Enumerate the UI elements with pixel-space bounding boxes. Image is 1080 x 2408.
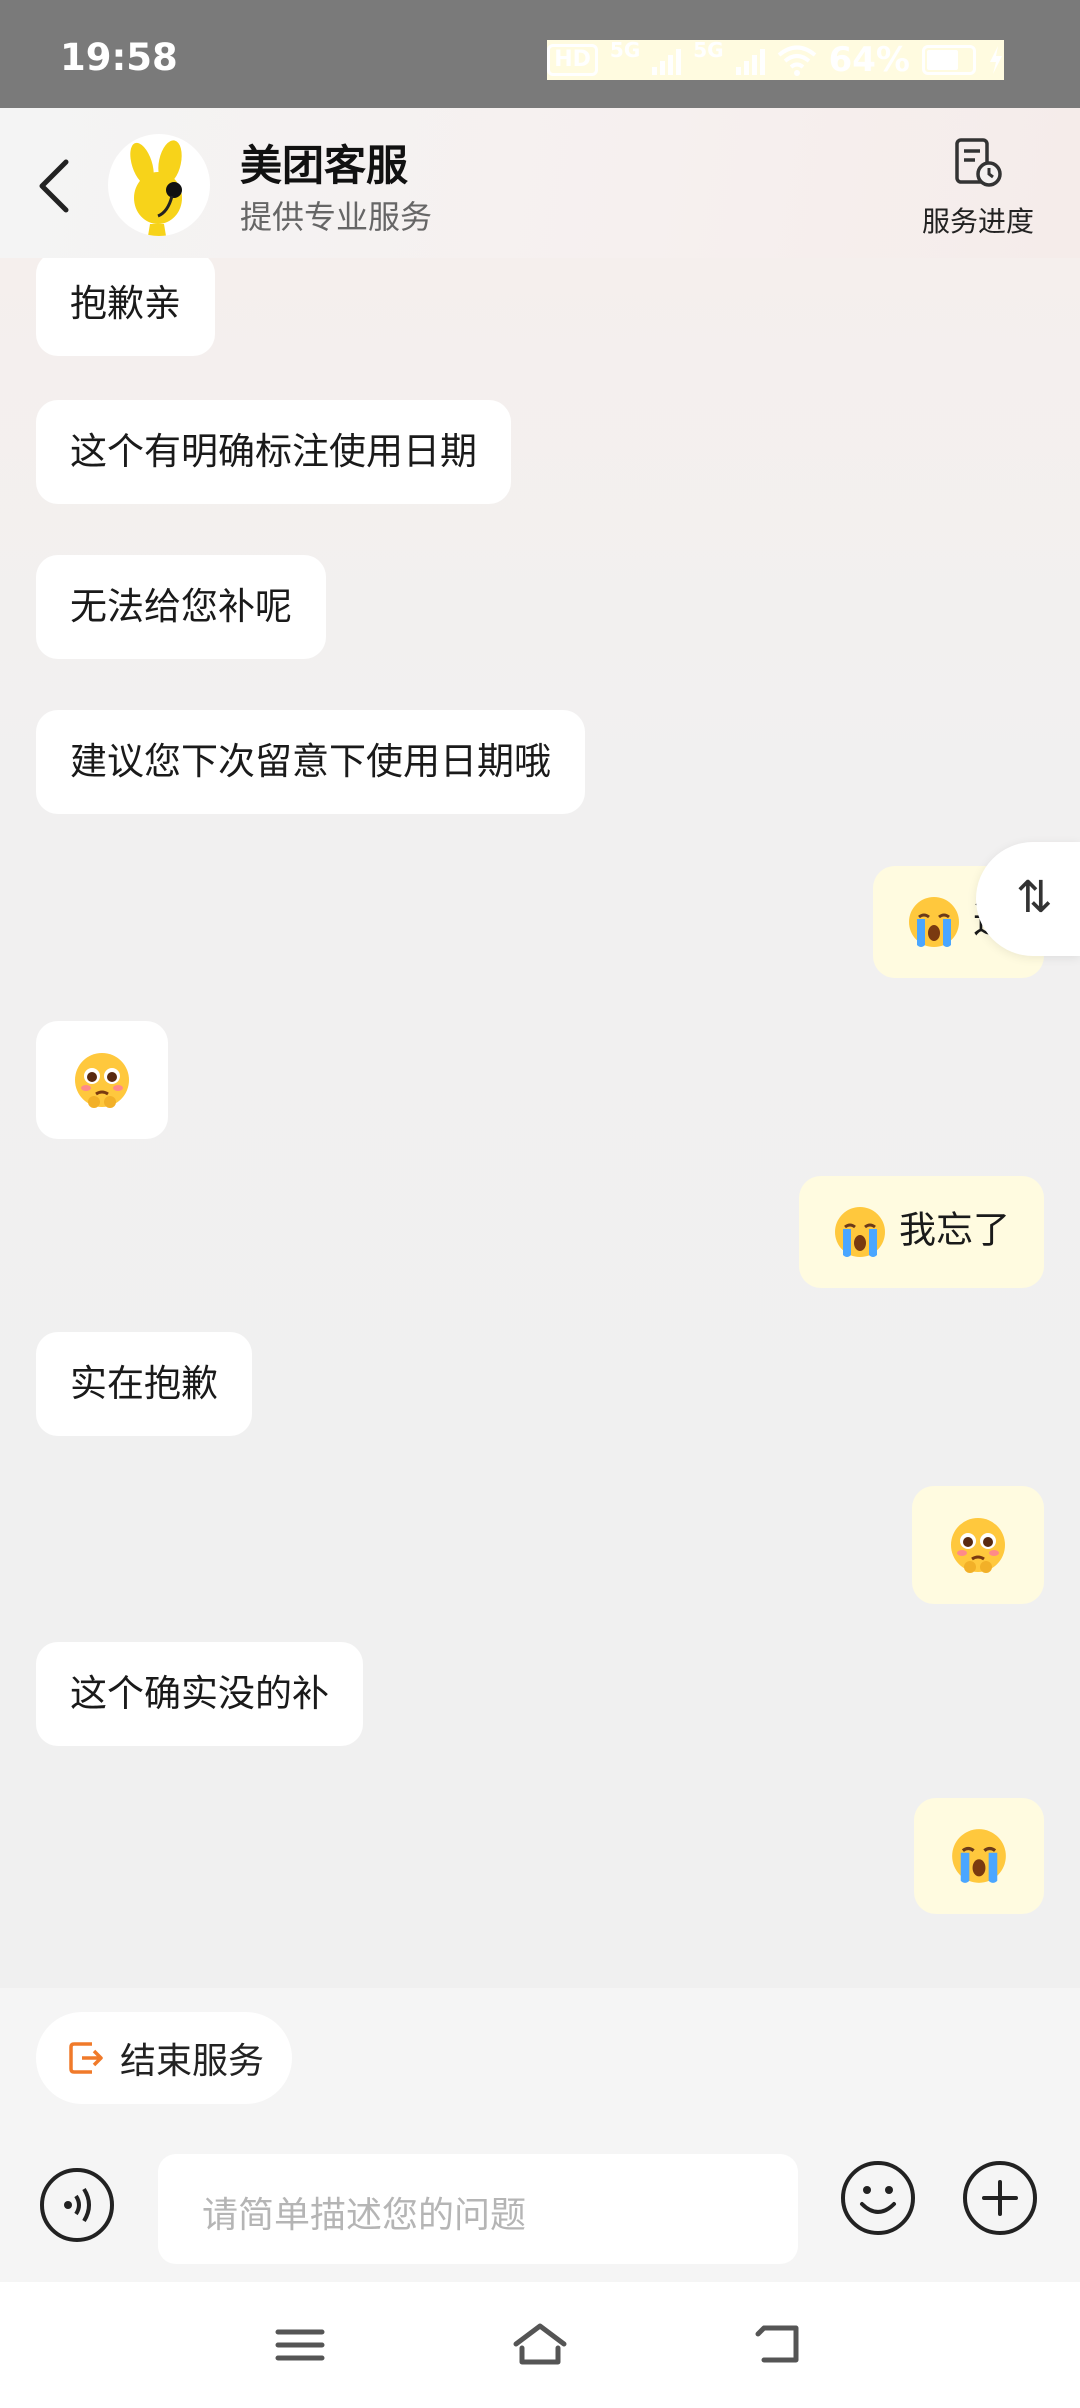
message-bubble-user[interactable]	[912, 1486, 1044, 1604]
signal-icon	[652, 45, 682, 75]
signal-icon	[735, 45, 765, 75]
avatar[interactable]	[108, 134, 210, 236]
charging-icon	[990, 46, 1002, 74]
status-bar: 19:58 HD 5G 5G 64%	[0, 0, 1080, 108]
voice-icon	[64, 2187, 91, 2223]
message-text: 这个确实没的补	[70, 1672, 329, 1715]
pleading-face-icon	[951, 1518, 1005, 1573]
crying-face-icon	[909, 897, 960, 947]
battery-percent: 64%	[828, 40, 910, 80]
message-bubble-agent[interactable]: 这个确实没的补	[36, 1642, 363, 1746]
message-text: 无法给您补呢	[70, 585, 292, 628]
pleading-face-icon	[75, 1053, 129, 1108]
wifi-icon	[777, 45, 816, 76]
hd-icon: HD	[547, 44, 598, 76]
chat-messages[interactable]: 抱歉亲 这个有明确标注使用日期 无法给您补呢 建议您下次留意下使用日期哦 这	[0, 258, 1080, 1988]
message-text: 实在抱歉	[70, 1362, 218, 1405]
system-nav-bar	[0, 2282, 1080, 2408]
network-label-1: 5G	[609, 38, 641, 62]
message-input-placeholder: 请简单描述您的问题	[202, 2195, 527, 2236]
status-time: 19:58	[60, 36, 178, 79]
swap-order-button[interactable]: ⇅	[976, 842, 1080, 956]
message-text: 我忘了	[899, 1208, 1010, 1252]
message-bubble-agent[interactable]: 无法给您补呢	[36, 555, 326, 659]
add-attachment-icon[interactable]	[962, 2160, 1038, 2236]
message-bubble-agent[interactable]: 抱歉亲	[36, 258, 215, 356]
message-bubble-agent[interactable]: 实在抱歉	[36, 1332, 252, 1436]
bottom-panel: 结束服务 请简单描述您的问题	[0, 1988, 1080, 2282]
voice-input-button[interactable]	[40, 2168, 114, 2242]
message-text: 这个有明确标注使用日期	[70, 430, 477, 473]
message-bubble-user[interactable]	[914, 1798, 1044, 1914]
swap-arrows-icon: ⇅	[1016, 872, 1053, 923]
menu-icon[interactable]	[270, 2320, 330, 2370]
message-bubble-agent[interactable]: 这个有明确标注使用日期	[36, 400, 511, 504]
battery-icon	[922, 45, 976, 75]
chat-header: 美团客服 提供专业服务 服务进度	[0, 108, 1080, 258]
message-text: 建议您下次留意下使用日期哦	[70, 740, 551, 783]
message-bubble-agent[interactable]	[36, 1021, 168, 1139]
mascot-icon	[130, 140, 182, 236]
home-icon[interactable]	[510, 2320, 570, 2370]
document-clock-icon	[955, 138, 1002, 187]
status-icons: HD 5G 5G 64%	[547, 40, 1004, 80]
back-icon[interactable]	[750, 2320, 810, 2370]
message-bubble-agent[interactable]: 建议您下次留意下使用日期哦	[36, 710, 585, 814]
message-bubble-user[interactable]: 我忘了	[799, 1176, 1044, 1288]
exit-icon	[69, 2042, 103, 2074]
end-service-button[interactable]: 结束服务	[36, 2012, 293, 2104]
page-title: 美团客服	[240, 141, 409, 190]
network-label-2: 5G	[693, 38, 724, 62]
emoji-button-icon[interactable]	[840, 2160, 916, 2236]
message-text: 抱歉亲	[70, 282, 181, 325]
end-service-label: 结束服务	[120, 2041, 265, 2082]
page-subtitle: 提供专业服务	[240, 198, 433, 236]
message-input[interactable]: 请简单描述您的问题	[158, 2154, 798, 2264]
service-progress-label: 服务进度	[921, 205, 1034, 238]
crying-face-icon	[952, 1829, 1006, 1883]
service-progress-button[interactable]: 服务进度	[918, 138, 1038, 240]
back-arrow-icon[interactable]	[30, 156, 80, 216]
crying-face-icon	[835, 1207, 886, 1257]
